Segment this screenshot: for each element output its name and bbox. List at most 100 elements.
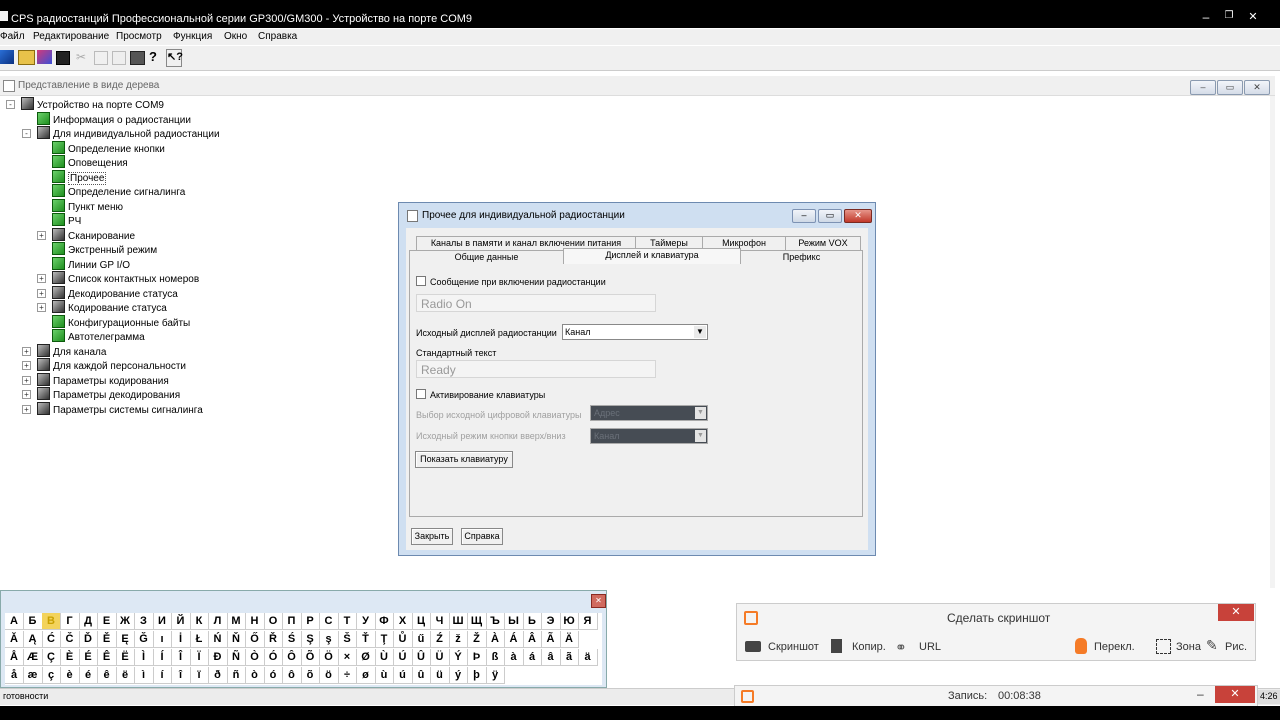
tree-item[interactable]: Оповещения (52, 155, 128, 169)
char-key[interactable]: ä (578, 649, 598, 666)
char-key[interactable]: â (541, 649, 561, 666)
tree-restore-button[interactable]: ▭ (1217, 80, 1243, 95)
tree-item[interactable]: Параметры кодирования (37, 372, 169, 387)
tree-item[interactable]: Для канала (37, 343, 106, 358)
tree-item[interactable]: Для индивидуальной радиостанции (37, 126, 220, 140)
char-key[interactable]: Ó (264, 649, 283, 666)
expand-icon[interactable]: + (22, 375, 31, 385)
char-key[interactable]: Ğ (134, 631, 154, 648)
char-key[interactable]: Ñ (227, 649, 246, 666)
char-key[interactable]: ş (319, 631, 339, 648)
char-key[interactable]: é (79, 667, 98, 684)
char-key[interactable]: Ж (116, 613, 135, 630)
char-key[interactable]: å (5, 667, 24, 684)
keypad-enable-checkbox[interactable] (416, 389, 426, 399)
char-key[interactable]: ç (42, 667, 61, 684)
tree-item[interactable]: РЧ (52, 213, 81, 227)
copy-button[interactable]: Копир. (852, 641, 886, 653)
area-button[interactable]: Зона (1176, 641, 1201, 653)
power-on-msg-row[interactable]: Сообщение при включении радиостанции (416, 276, 606, 287)
expand-icon[interactable]: + (37, 230, 46, 240)
menu-file[interactable]: Файл (0, 29, 25, 45)
char-key[interactable]: Þ (467, 649, 487, 666)
char-key[interactable]: Г (60, 613, 80, 630)
power-on-msg-input[interactable]: Radio On (416, 294, 656, 312)
draw-button[interactable]: Рис. (1225, 641, 1247, 653)
menu-help[interactable]: Справка (258, 29, 297, 45)
hand-icon[interactable] (1075, 638, 1087, 654)
char-key[interactable]: Ш (449, 613, 468, 630)
char-key[interactable]: Ú (393, 649, 413, 666)
expand-icon[interactable]: + (22, 404, 31, 414)
char-key[interactable]: Ţ (375, 631, 394, 648)
updown-default-select[interactable]: Канал ▼ (590, 428, 708, 444)
char-key[interactable]: ù (375, 667, 394, 684)
char-key[interactable]: ø (356, 667, 376, 684)
char-key[interactable]: ß (486, 649, 505, 666)
char-key[interactable]: Т (338, 613, 357, 630)
char-key[interactable]: Д (79, 613, 98, 630)
char-key[interactable]: í (153, 667, 172, 684)
char-key[interactable]: Ń (208, 631, 228, 648)
char-key[interactable]: Ê (97, 649, 117, 666)
char-key[interactable]: ï (190, 667, 209, 684)
char-key[interactable]: З (134, 613, 154, 630)
char-key[interactable]: Ø (356, 649, 376, 666)
char-key[interactable]: ú (393, 667, 413, 684)
expand-icon[interactable]: + (37, 303, 46, 312)
char-key[interactable]: А (5, 613, 24, 630)
char-key[interactable]: ò (245, 667, 265, 684)
char-key[interactable]: ê (97, 667, 117, 684)
char-key[interactable]: Р (301, 613, 320, 630)
char-key[interactable]: É (79, 649, 98, 666)
tree-close-button[interactable]: ✕ (1244, 80, 1270, 95)
char-key[interactable]: Á (504, 631, 524, 648)
menu-edit[interactable]: Редактирование (33, 29, 109, 45)
pencil-icon[interactable]: ✎ (1206, 637, 1218, 654)
char-key[interactable]: Ę (116, 631, 135, 648)
char-key[interactable]: ñ (227, 667, 246, 684)
char-key[interactable]: Ц (412, 613, 431, 630)
char-key[interactable]: Ě (97, 631, 117, 648)
char-key[interactable]: Ì (134, 649, 154, 666)
char-key[interactable]: Ý (449, 649, 468, 666)
char-key[interactable]: è (60, 667, 80, 684)
dialog-minimize-button[interactable]: – (792, 209, 816, 223)
help-button[interactable]: Справка (461, 528, 503, 545)
char-key[interactable]: × (338, 649, 357, 666)
char-key[interactable]: Е (97, 613, 117, 630)
tree-item[interactable]: Пункт меню (52, 198, 123, 213)
char-key[interactable]: Â (523, 631, 542, 648)
char-key[interactable]: ý (449, 667, 468, 684)
char-key[interactable]: Ř (264, 631, 283, 648)
char-key[interactable]: ë (116, 667, 135, 684)
char-key[interactable]: Õ (301, 649, 320, 666)
chevron-down-icon[interactable]: ▼ (694, 326, 706, 338)
char-key[interactable]: Ł (190, 631, 209, 648)
restore-icon[interactable]: ❐ (1222, 10, 1236, 24)
help-icon[interactable]: ? (149, 49, 161, 65)
char-key[interactable]: Ď (79, 631, 98, 648)
char-key[interactable]: Ť (356, 631, 376, 648)
dialog-close-button[interactable]: ✕ (844, 209, 872, 223)
char-key[interactable]: Ь (523, 613, 542, 630)
char-key[interactable]: Ž (467, 631, 487, 648)
dialog-maximize-button[interactable]: ▭ (818, 209, 842, 223)
char-key[interactable]: Ï (190, 649, 209, 666)
char-key[interactable]: В (42, 613, 61, 630)
char-key[interactable]: Ő (245, 631, 265, 648)
char-key[interactable]: À (486, 631, 505, 648)
char-key[interactable]: Ç (42, 649, 61, 666)
char-key[interactable]: ã (560, 649, 579, 666)
link-icon[interactable]: ⚭ (895, 639, 907, 656)
char-key[interactable]: È (60, 649, 80, 666)
read-radio-icon[interactable] (0, 50, 14, 64)
context-help-icon[interactable]: ↖? (166, 49, 183, 67)
char-key[interactable]: à (504, 649, 524, 666)
char-key[interactable]: Ð (208, 649, 228, 666)
char-key[interactable]: û (412, 667, 431, 684)
copy-doc-icon[interactable] (831, 639, 842, 653)
url-button[interactable]: URL (919, 641, 941, 653)
char-key[interactable]: ö (319, 667, 339, 684)
standard-text-input[interactable]: Ready (416, 360, 656, 378)
